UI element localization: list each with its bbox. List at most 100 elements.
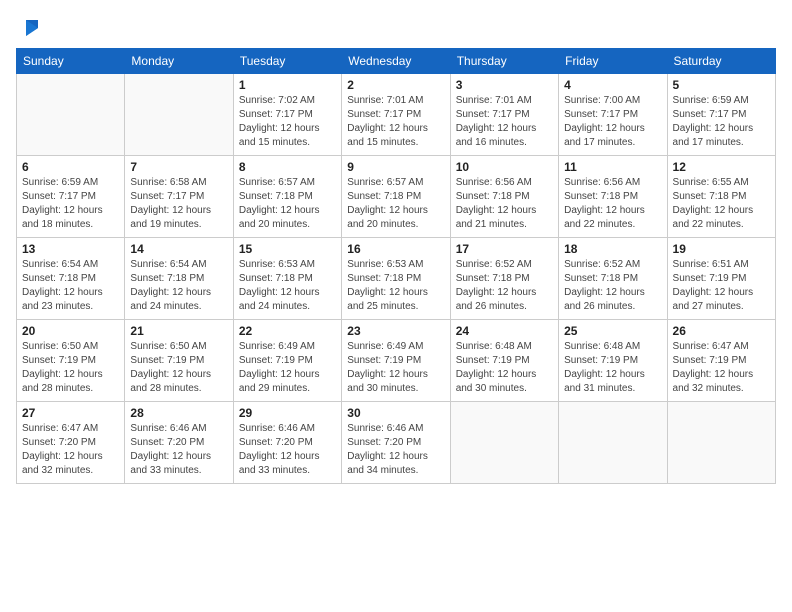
day-info: Sunrise: 6:59 AMSunset: 7:17 PMDaylight:… bbox=[673, 94, 770, 150]
calendar-header-sunday: Sunday bbox=[17, 49, 125, 74]
day-info: Sunrise: 6:59 AMSunset: 7:17 PMDaylight:… bbox=[22, 176, 119, 232]
day-number: 30 bbox=[347, 406, 444, 420]
calendar-cell: 1 Sunrise: 7:02 AMSunset: 7:17 PMDaylight… bbox=[233, 74, 341, 156]
day-info: Sunrise: 7:02 AMSunset: 7:17 PMDaylight:… bbox=[239, 94, 336, 150]
day-number: 2 bbox=[347, 78, 444, 92]
day-info: Sunrise: 6:47 AMSunset: 7:19 PMDaylight:… bbox=[673, 340, 770, 396]
day-number: 26 bbox=[673, 324, 770, 338]
calendar-cell: 3 Sunrise: 7:01 AMSunset: 7:17 PMDaylight… bbox=[450, 74, 558, 156]
calendar-header-monday: Monday bbox=[125, 49, 233, 74]
calendar-header-tuesday: Tuesday bbox=[233, 49, 341, 74]
day-number: 15 bbox=[239, 242, 336, 256]
calendar-cell: 29 Sunrise: 6:46 AMSunset: 7:20 PMDayligh… bbox=[233, 402, 341, 484]
day-number: 1 bbox=[239, 78, 336, 92]
calendar-header-wednesday: Wednesday bbox=[342, 49, 450, 74]
day-info: Sunrise: 6:46 AMSunset: 7:20 PMDaylight:… bbox=[347, 422, 444, 478]
calendar-header-saturday: Saturday bbox=[667, 49, 775, 74]
calendar-cell: 28 Sunrise: 6:46 AMSunset: 7:20 PMDayligh… bbox=[125, 402, 233, 484]
day-number: 16 bbox=[347, 242, 444, 256]
day-number: 12 bbox=[673, 160, 770, 174]
calendar-table: SundayMondayTuesdayWednesdayThursdayFrid… bbox=[16, 48, 776, 484]
logo bbox=[16, 16, 40, 38]
calendar-cell: 10 Sunrise: 6:56 AMSunset: 7:18 PMDayligh… bbox=[450, 156, 558, 238]
day-info: Sunrise: 7:00 AMSunset: 7:17 PMDaylight:… bbox=[564, 94, 661, 150]
calendar-cell: 9 Sunrise: 6:57 AMSunset: 7:18 PMDaylight… bbox=[342, 156, 450, 238]
day-info: Sunrise: 6:49 AMSunset: 7:19 PMDaylight:… bbox=[347, 340, 444, 396]
day-info: Sunrise: 6:48 AMSunset: 7:19 PMDaylight:… bbox=[564, 340, 661, 396]
day-info: Sunrise: 6:52 AMSunset: 7:18 PMDaylight:… bbox=[456, 258, 553, 314]
day-info: Sunrise: 6:56 AMSunset: 7:18 PMDaylight:… bbox=[456, 176, 553, 232]
calendar-cell: 5 Sunrise: 6:59 AMSunset: 7:17 PMDaylight… bbox=[667, 74, 775, 156]
logo-icon bbox=[18, 16, 40, 38]
calendar-cell: 13 Sunrise: 6:54 AMSunset: 7:18 PMDayligh… bbox=[17, 238, 125, 320]
day-info: Sunrise: 7:01 AMSunset: 7:17 PMDaylight:… bbox=[456, 94, 553, 150]
calendar-cell bbox=[450, 402, 558, 484]
day-number: 18 bbox=[564, 242, 661, 256]
day-number: 19 bbox=[673, 242, 770, 256]
calendar-cell: 14 Sunrise: 6:54 AMSunset: 7:18 PMDayligh… bbox=[125, 238, 233, 320]
day-number: 17 bbox=[456, 242, 553, 256]
day-info: Sunrise: 6:54 AMSunset: 7:18 PMDaylight:… bbox=[130, 258, 227, 314]
day-info: Sunrise: 6:51 AMSunset: 7:19 PMDaylight:… bbox=[673, 258, 770, 314]
day-number: 5 bbox=[673, 78, 770, 92]
day-info: Sunrise: 6:52 AMSunset: 7:18 PMDaylight:… bbox=[564, 258, 661, 314]
day-number: 22 bbox=[239, 324, 336, 338]
calendar-cell: 27 Sunrise: 6:47 AMSunset: 7:20 PMDayligh… bbox=[17, 402, 125, 484]
calendar-cell: 11 Sunrise: 6:56 AMSunset: 7:18 PMDayligh… bbox=[559, 156, 667, 238]
calendar-cell: 7 Sunrise: 6:58 AMSunset: 7:17 PMDaylight… bbox=[125, 156, 233, 238]
calendar-header-friday: Friday bbox=[559, 49, 667, 74]
calendar-cell: 30 Sunrise: 6:46 AMSunset: 7:20 PMDayligh… bbox=[342, 402, 450, 484]
day-number: 7 bbox=[130, 160, 227, 174]
day-info: Sunrise: 6:50 AMSunset: 7:19 PMDaylight:… bbox=[130, 340, 227, 396]
day-info: Sunrise: 6:58 AMSunset: 7:17 PMDaylight:… bbox=[130, 176, 227, 232]
calendar-cell: 25 Sunrise: 6:48 AMSunset: 7:19 PMDayligh… bbox=[559, 320, 667, 402]
day-info: Sunrise: 6:53 AMSunset: 7:18 PMDaylight:… bbox=[347, 258, 444, 314]
calendar-cell: 26 Sunrise: 6:47 AMSunset: 7:19 PMDayligh… bbox=[667, 320, 775, 402]
day-number: 6 bbox=[22, 160, 119, 174]
day-info: Sunrise: 6:57 AMSunset: 7:18 PMDaylight:… bbox=[347, 176, 444, 232]
calendar-header-thursday: Thursday bbox=[450, 49, 558, 74]
day-number: 9 bbox=[347, 160, 444, 174]
header bbox=[16, 16, 776, 38]
calendar-cell bbox=[667, 402, 775, 484]
day-number: 29 bbox=[239, 406, 336, 420]
day-info: Sunrise: 6:47 AMSunset: 7:20 PMDaylight:… bbox=[22, 422, 119, 478]
day-info: Sunrise: 6:46 AMSunset: 7:20 PMDaylight:… bbox=[239, 422, 336, 478]
calendar-cell: 16 Sunrise: 6:53 AMSunset: 7:18 PMDayligh… bbox=[342, 238, 450, 320]
day-number: 4 bbox=[564, 78, 661, 92]
day-number: 3 bbox=[456, 78, 553, 92]
day-number: 8 bbox=[239, 160, 336, 174]
day-number: 10 bbox=[456, 160, 553, 174]
calendar-cell: 8Sunrise: 6:57 AMSunset: 7:18 PMDaylight… bbox=[233, 156, 341, 238]
calendar-cell: 24Sunrise: 6:48 AMSunset: 7:19 PMDayligh… bbox=[450, 320, 558, 402]
day-number: 28 bbox=[130, 406, 227, 420]
day-info: Sunrise: 6:50 AMSunset: 7:19 PMDaylight:… bbox=[22, 340, 119, 396]
calendar-cell: 20 Sunrise: 6:50 AMSunset: 7:19 PMDayligh… bbox=[17, 320, 125, 402]
day-number: 25 bbox=[564, 324, 661, 338]
day-info: Sunrise: 7:01 AMSunset: 7:17 PMDaylight:… bbox=[347, 94, 444, 150]
day-number: 13 bbox=[22, 242, 119, 256]
calendar-cell: 2 Sunrise: 7:01 AMSunset: 7:17 PMDaylight… bbox=[342, 74, 450, 156]
day-number: 20 bbox=[22, 324, 119, 338]
calendar-cell: 19 Sunrise: 6:51 AMSunset: 7:19 PMDayligh… bbox=[667, 238, 775, 320]
calendar-cell: 15 Sunrise: 6:53 AMSunset: 7:18 PMDayligh… bbox=[233, 238, 341, 320]
day-number: 27 bbox=[22, 406, 119, 420]
calendar-cell: 18 Sunrise: 6:52 AMSunset: 7:18 PMDayligh… bbox=[559, 238, 667, 320]
calendar-cell bbox=[559, 402, 667, 484]
calendar-cell bbox=[17, 74, 125, 156]
day-number: 23 bbox=[347, 324, 444, 338]
calendar-cell: 22Sunrise: 6:49 AMSunset: 7:19 PMDayligh… bbox=[233, 320, 341, 402]
calendar-cell: 4 Sunrise: 7:00 AMSunset: 7:17 PMDaylight… bbox=[559, 74, 667, 156]
day-info: Sunrise: 6:54 AMSunset: 7:18 PMDaylight:… bbox=[22, 258, 119, 314]
day-number: 21 bbox=[130, 324, 227, 338]
calendar-cell: 17 Sunrise: 6:52 AMSunset: 7:18 PMDayligh… bbox=[450, 238, 558, 320]
day-info: Sunrise: 6:46 AMSunset: 7:20 PMDaylight:… bbox=[130, 422, 227, 478]
day-number: 14 bbox=[130, 242, 227, 256]
calendar-cell: 21 Sunrise: 6:50 AMSunset: 7:19 PMDayligh… bbox=[125, 320, 233, 402]
page: SundayMondayTuesdayWednesdayThursdayFrid… bbox=[0, 0, 792, 612]
day-info: Sunrise: 6:48 AMSunset: 7:19 PMDaylight:… bbox=[456, 340, 553, 396]
calendar-cell bbox=[125, 74, 233, 156]
day-info: Sunrise: 6:53 AMSunset: 7:18 PMDaylight:… bbox=[239, 258, 336, 314]
day-info: Sunrise: 6:56 AMSunset: 7:18 PMDaylight:… bbox=[564, 176, 661, 232]
day-number: 11 bbox=[564, 160, 661, 174]
